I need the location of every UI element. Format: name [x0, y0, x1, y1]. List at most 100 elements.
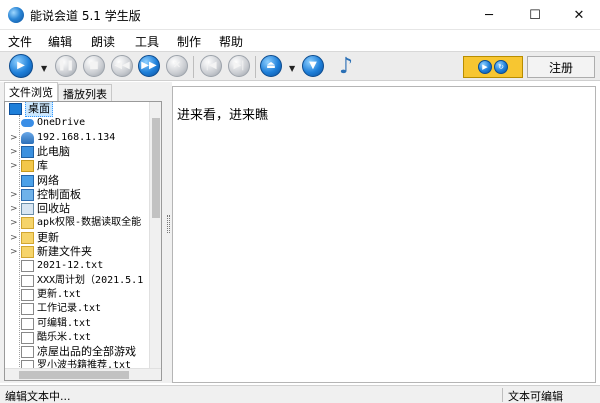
status-message: 编辑文本中...	[5, 390, 71, 403]
next-icon[interactable]: ▶|	[228, 55, 250, 77]
library-icon	[21, 160, 34, 173]
tree-item-label: 控制面板	[37, 187, 81, 201]
text-editor[interactable]: 进来看，进来瞧	[172, 86, 596, 383]
toolbar-separator	[255, 56, 256, 78]
splitter-grip[interactable]	[167, 215, 170, 233]
expand-chevron-icon[interactable]: >	[10, 245, 18, 259]
rewind-icon[interactable]: ◀◀	[111, 55, 133, 77]
toolbar: ▶ ▼ ❚❚ ■ ◀◀ ▶▶ ✕ |◀ ▶| ⏏ ▼ ▼ ♪ ▶ ↻ 注册	[0, 51, 600, 81]
expand-chevron-icon[interactable]: >	[10, 231, 18, 245]
play-dropdown-icon[interactable]: ▼	[41, 64, 47, 73]
tab-playlist[interactable]: 播放列表	[58, 84, 112, 101]
file-icon	[21, 317, 34, 330]
tree-item-label: 网络	[37, 173, 59, 187]
close-button[interactable]: ✕	[556, 0, 600, 30]
folder-icon	[21, 217, 34, 230]
tree-item[interactable]: > apk权限-数据读取全能	[5, 216, 149, 230]
tree-item-label: 凉屋出品的全部游戏	[37, 345, 136, 359]
app-globe-icon	[8, 7, 24, 23]
network-icon	[21, 174, 34, 187]
pause-icon[interactable]: ❚❚	[55, 55, 77, 77]
tree-item-label: 工作记录.txt	[37, 303, 102, 315]
status-mode: 文本可编辑	[508, 390, 563, 403]
expand-chevron-icon[interactable]: >	[10, 159, 18, 173]
tree-item[interactable]: > 控制面板	[5, 188, 149, 202]
tree-item[interactable]: 酷乐米.txt	[5, 331, 149, 345]
tree-item[interactable]: > 更新	[5, 231, 149, 245]
tree-item[interactable]: > 回收站	[5, 202, 149, 216]
register-button[interactable]: 注册	[527, 56, 595, 78]
control-panel-icon	[21, 188, 34, 201]
tree-item[interactable]: 工作记录.txt	[5, 302, 149, 316]
tree-vertical-scrollbar[interactable]	[149, 102, 161, 368]
play-icon[interactable]: ▶	[9, 54, 33, 78]
folder-tree: 桌面 OneDrive >192.168.1.134 > 此电脑 > 库网络 > 控制面板 > 回收…	[4, 101, 162, 381]
eject-dropdown-icon[interactable]: ▼	[289, 64, 295, 73]
expand-chevron-icon[interactable]: >	[10, 145, 18, 159]
tree-item[interactable]: 2021-12.txt	[5, 259, 149, 273]
folder-icon	[21, 231, 34, 244]
previous-icon[interactable]: |◀	[200, 55, 222, 77]
stop-icon[interactable]: ■	[83, 55, 105, 77]
file-icon	[21, 346, 34, 359]
menu-read[interactable]: 朗读	[91, 33, 115, 50]
scrollbar-thumb[interactable]	[19, 371, 129, 379]
editor-content[interactable]: 进来看，进来瞧	[177, 104, 268, 123]
menu-tools[interactable]: 工具	[135, 33, 159, 50]
tree-item-label: apk权限-数据读取全能	[37, 217, 142, 229]
skip-icon[interactable]: ✕	[166, 55, 188, 77]
menu-bar: 文件 编辑 朗读 工具 制作 帮助	[0, 31, 600, 50]
tree-item-label: 更新.txt	[37, 288, 82, 300]
menu-make[interactable]: 制作	[177, 33, 201, 50]
computer-icon	[21, 145, 34, 158]
toolbar-separator	[193, 56, 194, 78]
menu-help[interactable]: 帮助	[219, 33, 243, 50]
tree-item[interactable]: > 新建文件夹	[5, 245, 149, 259]
expand-chevron-icon[interactable]: >	[10, 188, 18, 202]
tree-item[interactable]: XXX周计划（2021.5.1	[5, 274, 149, 288]
voice-selector-button[interactable]: ▶ ↻	[463, 56, 523, 78]
expand-chevron-icon[interactable]: >	[10, 202, 18, 216]
tree-item-label: 可编辑.txt	[37, 317, 92, 329]
tree-item[interactable]: OneDrive	[5, 116, 149, 130]
tree-item-label: 更新	[37, 230, 59, 244]
expand-chevron-icon[interactable]: >	[10, 216, 18, 230]
cloud-icon	[21, 119, 34, 128]
scrollbar-thumb[interactable]	[152, 118, 160, 218]
tree-item-label: 此电脑	[37, 144, 70, 158]
tree-item[interactable]: > 此电脑	[5, 145, 149, 159]
tree-item-label: 192.168.1.134	[37, 131, 116, 143]
tree-item-label: 回收站	[37, 202, 70, 216]
user-icon	[21, 131, 34, 144]
menu-edit[interactable]: 编辑	[48, 33, 72, 50]
menu-file[interactable]: 文件	[8, 33, 32, 50]
desktop-icon	[9, 103, 22, 115]
status-divider	[502, 388, 503, 402]
music-note-icon[interactable]: ♪	[339, 54, 353, 80]
tree-item[interactable]: 更新.txt	[5, 288, 149, 302]
tree-item-label: OneDrive	[37, 117, 86, 129]
minimize-button[interactable]: ─	[466, 0, 512, 30]
tab-file-browse[interactable]: 文件浏览	[4, 82, 58, 101]
expand-chevron-icon[interactable]: >	[10, 131, 18, 145]
tree-horizontal-scrollbar[interactable]	[5, 368, 161, 380]
tree-item[interactable]: 凉屋出品的全部游戏	[5, 345, 149, 359]
file-browser-panel: 文件浏览 播放列表 桌面 OneDrive >192.168.1.134 > 此电脑 > 库…	[0, 82, 166, 383]
status-bar: 编辑文本中... 文本可编辑	[0, 385, 600, 403]
tree-item[interactable]: > 库	[5, 159, 149, 173]
eject-icon[interactable]: ⏏	[260, 55, 282, 77]
tree-item[interactable]: >192.168.1.134	[5, 131, 149, 145]
tree-item-label: 新建文件夹	[37, 245, 92, 258]
maximize-button[interactable]: ☐	[512, 0, 558, 30]
file-icon	[21, 260, 34, 273]
down-icon[interactable]: ▼	[302, 55, 324, 77]
tree-item-label: 库	[37, 159, 48, 173]
tree-item[interactable]: 桌面	[5, 102, 149, 117]
folder-icon	[21, 246, 34, 258]
tree-item-label: XXX周计划（2021.5.1	[37, 274, 144, 286]
refresh-icon: ↻	[494, 60, 508, 74]
recycle-bin-icon	[21, 203, 34, 216]
tree-item[interactable]: 网络	[5, 174, 149, 188]
fast-forward-icon[interactable]: ▶▶	[138, 55, 160, 77]
tree-item[interactable]: 可编辑.txt	[5, 317, 149, 331]
